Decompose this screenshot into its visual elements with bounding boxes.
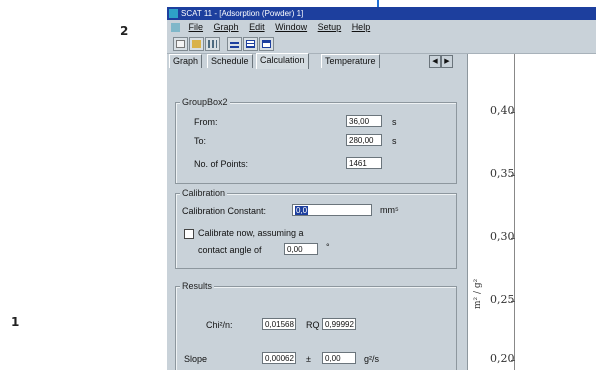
groupbox2-title: GroupBox2 xyxy=(180,97,230,107)
slope-plus-minus: ± xyxy=(306,354,311,364)
y-tickmark-040 xyxy=(511,112,515,113)
app-window: SCAT 11 - [Adsorption (Powder) 1] File G… xyxy=(167,7,596,370)
to-input[interactable]: 280,00 xyxy=(346,134,382,146)
open-folder-icon[interactable] xyxy=(189,37,204,51)
points-label: No. of Points: xyxy=(194,159,249,169)
from-label: From: xyxy=(194,117,218,127)
y-tickmark-035 xyxy=(511,175,515,176)
rq-value-field[interactable]: 0,99992 xyxy=(322,318,356,330)
y-tickmark-025 xyxy=(511,301,515,302)
y-tick-035: 0,35 xyxy=(490,167,515,180)
table-icon[interactable] xyxy=(243,37,258,51)
callout-number-1: 1 xyxy=(11,315,20,329)
new-file-icon[interactable] xyxy=(173,37,188,51)
tab-temperature[interactable]: Temperature xyxy=(321,54,380,68)
calibration-title: Calibration xyxy=(180,188,228,198)
title-bar: SCAT 11 - [Adsorption (Powder) 1] xyxy=(167,7,596,20)
menu-setup[interactable]: Setup xyxy=(318,20,342,34)
callout-number-2: 2 xyxy=(120,24,129,38)
contact-angle-input[interactable]: 0,00 xyxy=(284,243,318,255)
tab-schedule[interactable]: Schedule xyxy=(207,54,253,68)
document-system-icon[interactable] xyxy=(171,23,180,33)
rq-label: RQ xyxy=(306,320,320,330)
calibrate-now-label: Calibrate now, assuming a xyxy=(198,228,304,238)
app-icon[interactable] xyxy=(169,9,178,18)
slope-value-field[interactable]: 0,00062 xyxy=(262,352,296,364)
calibration-constant-label: Calibration Constant: xyxy=(182,206,267,216)
y-tickmark-020 xyxy=(511,360,515,361)
grid-icon[interactable] xyxy=(205,37,220,51)
slope-unit: g²/s xyxy=(364,354,380,364)
y-tickmark-030 xyxy=(511,238,515,239)
graph-area[interactable]: 0,40 0,35 0,30 0,25 0,20 m² / g² xyxy=(468,54,596,370)
calibration-constant-unit: mm⁵ xyxy=(380,205,399,215)
slope-error-field[interactable]: 0,00 xyxy=(322,352,356,364)
results-group: Results Chi²/n: 0,01568 RQ 0,99992 Slope… xyxy=(175,281,457,370)
tab-calculation[interactable]: Calculation xyxy=(256,53,309,69)
y-axis-line xyxy=(514,54,515,370)
window-title: SCAT 11 - [Adsorption (Powder) 1] xyxy=(181,9,304,18)
chi-label: Chi²/n: xyxy=(206,320,233,330)
results-title: Results xyxy=(180,281,215,291)
contact-angle-label: contact angle of xyxy=(198,245,262,255)
tab-strip: Graph Schedule Calculation Temperature ◀… xyxy=(167,53,464,69)
window-icon[interactable] xyxy=(259,37,274,51)
to-label: To: xyxy=(194,136,207,146)
calibration-constant-value: 0,0 xyxy=(295,206,309,215)
contact-angle-unit: ° xyxy=(326,242,330,252)
tab-graph[interactable]: Graph xyxy=(169,54,203,68)
settings-panel: Graph Schedule Calculation Temperature ◀… xyxy=(167,53,464,370)
align-icon[interactable] xyxy=(227,37,242,51)
points-input[interactable]: 1461 xyxy=(346,157,382,169)
calibration-group: Calibration Calibration Constant: 0,0 mm… xyxy=(175,188,457,269)
menu-help[interactable]: Help xyxy=(352,20,371,34)
groupbox2: GroupBox2 From: 36,00 s To: 280,00 s No.… xyxy=(175,97,457,184)
y-tick-020: 0,20 xyxy=(490,352,515,365)
menu-file[interactable]: File xyxy=(189,20,204,34)
y-axis-label: m² / g² xyxy=(473,278,483,309)
chi-value-field[interactable]: 0,01568 xyxy=(262,318,296,330)
menu-bar: File Graph Edit Window Setup Help xyxy=(167,20,596,34)
slope-label: Slope xyxy=(184,354,208,364)
callout-pointer-line xyxy=(377,0,379,7)
menu-graph[interactable]: Graph xyxy=(214,20,239,34)
menu-edit[interactable]: Edit xyxy=(249,20,265,34)
toolbar xyxy=(167,34,596,54)
calibrate-now-checkbox[interactable] xyxy=(184,229,194,239)
from-input[interactable]: 36,00 xyxy=(346,115,382,127)
y-tick-030: 0,30 xyxy=(490,230,515,243)
calibration-constant-input[interactable]: 0,0 xyxy=(292,204,372,216)
to-unit: s xyxy=(392,136,397,146)
y-tick-040: 0,40 xyxy=(490,104,515,117)
tab-scroll-left-icon[interactable]: ◀ xyxy=(429,55,441,68)
y-tick-025: 0,25 xyxy=(490,293,515,306)
tab-scroll-right-icon[interactable]: ▶ xyxy=(441,55,453,68)
from-unit: s xyxy=(392,117,397,127)
menu-window[interactable]: Window xyxy=(275,20,307,34)
